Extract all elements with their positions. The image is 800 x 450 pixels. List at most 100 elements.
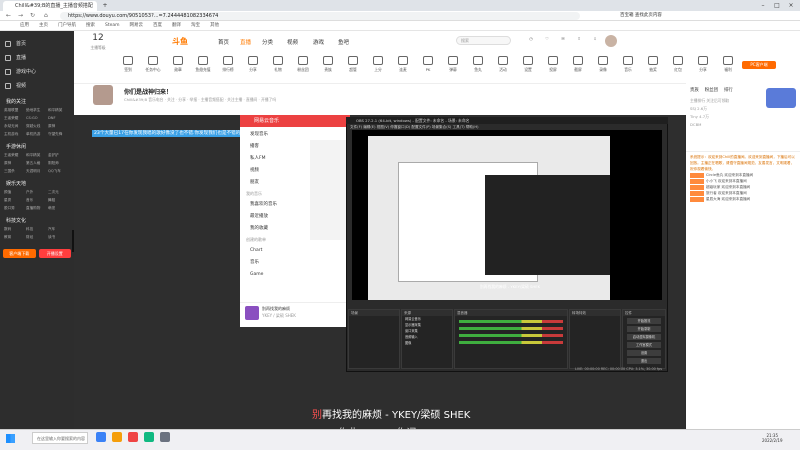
toolbar-category-item[interactable]: 任务中心: [140, 56, 166, 73]
sidebar-item-games[interactable]: 游戏中心: [0, 65, 74, 79]
playlist-item[interactable]: Game: [240, 269, 350, 281]
bookmark-item[interactable]: 应用: [20, 21, 29, 30]
category-link[interactable]: 单机热游: [26, 132, 48, 137]
bookmark-item[interactable]: 主页: [39, 21, 48, 30]
obs-menu-item[interactable]: 工具(T): [453, 125, 465, 129]
toolbar-category-item[interactable]: 音乐: [615, 56, 641, 73]
toolbar-category-item[interactable]: PK: [415, 56, 441, 72]
download-client-button[interactable]: 客户端下载: [3, 249, 36, 258]
playlist-item[interactable]: Chart: [240, 245, 350, 257]
toolbar-category-item[interactable]: 设置: [515, 56, 541, 73]
category-link[interactable]: 萌宠: [48, 206, 70, 211]
toolbar-category-item[interactable]: 贵族: [315, 56, 341, 73]
obs-menu-item[interactable]: 视图(V): [377, 125, 389, 129]
music-app-icon[interactable]: [128, 432, 138, 442]
obs-menu-item[interactable]: 停靠窗口(D): [390, 125, 410, 129]
toolbar-category-item[interactable]: 红包: [665, 56, 691, 73]
upload-icon[interactable]: ⇧: [572, 36, 586, 50]
category-link[interactable]: 星秀: [4, 198, 26, 203]
nav-category[interactable]: 分类: [262, 38, 273, 46]
toolbar-category-item[interactable]: 礼物: [265, 56, 291, 73]
taskview-icon[interactable]: [96, 432, 106, 442]
category-link[interactable]: 原神: [4, 161, 26, 166]
category-link[interactable]: 阴阳师: [48, 161, 70, 166]
sidebar-item-video[interactable]: 视频: [0, 79, 74, 93]
bookmark-item[interactable]: 搜索: [86, 21, 95, 30]
nav-yuba[interactable]: 鱼吧: [338, 38, 349, 46]
studio-mode-button[interactable]: 工作室模式: [627, 342, 661, 348]
source-item[interactable]: 图像: [405, 340, 452, 346]
toolbar-category-item[interactable]: 超管: [340, 56, 366, 73]
close-icon[interactable]: ×: [784, 0, 798, 11]
bookmark-item[interactable]: Steam: [105, 21, 120, 30]
url-input[interactable]: https://www.douyu.com/9051053?...=7.2444…: [60, 12, 580, 20]
toolbar-category-item[interactable]: 排行榜: [215, 56, 241, 73]
toolbar-category-item[interactable]: 签到: [115, 56, 141, 73]
category-link[interactable]: 英雄联盟: [4, 108, 26, 113]
category-link[interactable]: 王者荣耀: [4, 116, 26, 121]
start-stream-button[interactable]: 开始推流: [627, 318, 661, 324]
nav-video[interactable]: 视频: [287, 38, 298, 46]
home-icon[interactable]: ⌂: [44, 12, 48, 19]
obs-menu-item[interactable]: 文件(F): [350, 125, 362, 129]
sidebar-item-home[interactable]: 首页: [0, 37, 74, 51]
category-link[interactable]: 王者荣耀: [4, 153, 26, 158]
start-record-button[interactable]: 开始录制: [627, 326, 661, 332]
message-icon[interactable]: ✉: [556, 36, 570, 50]
toolbar-category-item[interactable]: 分享: [240, 56, 266, 73]
bookmark-item[interactable]: 翻译: [172, 21, 181, 30]
maximize-icon[interactable]: □: [770, 0, 784, 11]
toolbar-category-item[interactable]: 截屏: [565, 56, 591, 73]
category-link[interactable]: 穿越火线: [26, 124, 48, 129]
toolbar-category-item[interactable]: 连麦: [390, 56, 416, 73]
toolbar-category-item[interactable]: 录像: [590, 56, 616, 73]
toolbar-category-item[interactable]: 投屏: [540, 56, 566, 73]
browser-app-icon[interactable]: [144, 432, 154, 442]
nav-home[interactable]: 首页: [218, 38, 229, 46]
start-stream-button[interactable]: 开播设置: [38, 249, 71, 258]
category-link[interactable]: 三国杀: [4, 169, 26, 174]
toolbar-category-item[interactable]: 粉丝团: [290, 56, 316, 73]
toolbar-category-item[interactable]: 勋章: [165, 56, 191, 73]
site-logo[interactable]: 斗鱼: [172, 36, 200, 48]
category-link[interactable]: DNF: [48, 116, 70, 121]
category-link[interactable]: 原神: [48, 124, 70, 129]
category-link[interactable]: 颜值: [4, 190, 26, 195]
category-link[interactable]: 和平精英: [26, 153, 48, 158]
sidebar-item-live[interactable]: 直播: [0, 51, 74, 65]
category-link[interactable]: 汽车: [48, 227, 70, 232]
start-icon[interactable]: [6, 434, 15, 443]
bookmark-item[interactable]: 网易云: [130, 21, 144, 30]
category-link[interactable]: QQ飞车: [48, 169, 70, 174]
bookmark-item[interactable]: 淘宝: [191, 21, 200, 30]
streamer-avatar[interactable]: [93, 85, 113, 105]
site-search-input[interactable]: 搜索: [456, 36, 511, 45]
category-link[interactable]: 和平精英: [48, 108, 70, 113]
category-link[interactable]: 二次元: [48, 190, 70, 195]
category-link[interactable]: 教育: [4, 235, 26, 240]
toolbar-category-item[interactable]: 鱼翅充值: [190, 56, 216, 73]
chat-tab[interactable]: 粉丝团: [705, 87, 718, 93]
browser-tab[interactable]: Chill&#39;B的直播_主播音频搭配: [3, 1, 97, 11]
promo-banner[interactable]: [766, 88, 796, 108]
category-link[interactable]: 脱口秀: [4, 206, 26, 211]
category-link[interactable]: 第五人格: [26, 161, 48, 166]
obs-app-icon[interactable]: [160, 432, 170, 442]
category-link[interactable]: 户外: [26, 190, 48, 195]
chat-tab[interactable]: 贵族: [690, 87, 699, 93]
minimize-icon[interactable]: –: [756, 0, 770, 11]
obs-menu-item[interactable]: 场景集合(S): [432, 125, 451, 129]
category-link[interactable]: 金铲铲: [48, 153, 70, 158]
chat-tab[interactable]: 排行: [724, 87, 733, 93]
taskbar-search[interactable]: 在这里输入你要搜索的内容: [32, 432, 88, 444]
obs-menu-item[interactable]: 编辑(E): [363, 125, 375, 129]
category-link[interactable]: 科技: [26, 227, 48, 232]
category-link[interactable]: 永劫无间: [4, 124, 26, 129]
category-link[interactable]: 绝地求生: [26, 108, 48, 113]
toolbar-category-item[interactable]: 弹幕: [440, 56, 466, 73]
settings-button[interactable]: 设置: [627, 350, 661, 356]
nav-live[interactable]: 直播: [240, 38, 251, 46]
explorer-icon[interactable]: [112, 432, 122, 442]
follow-icon[interactable]: ♡: [540, 36, 554, 50]
category-link[interactable]: 音乐: [26, 198, 48, 203]
